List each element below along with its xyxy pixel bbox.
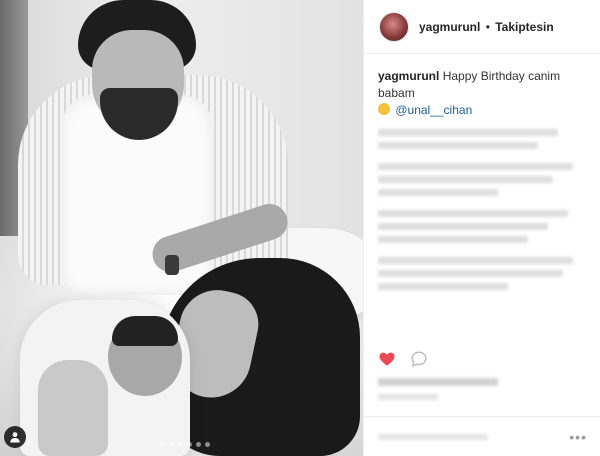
carousel-dot bbox=[178, 442, 183, 447]
blurred-comments bbox=[378, 129, 586, 290]
follow-status-button[interactable]: Takiptesin bbox=[495, 20, 553, 34]
blurred-comment-line bbox=[378, 270, 563, 277]
blurred-comment-line bbox=[378, 189, 498, 196]
blurred-comment-line bbox=[378, 257, 573, 264]
blurred-comment-line bbox=[378, 163, 573, 170]
person-tag-icon[interactable] bbox=[4, 426, 26, 448]
blurred-likes-count bbox=[378, 378, 498, 386]
heart-icon[interactable] bbox=[378, 350, 396, 368]
post-header: yagmurunl • Takiptesin bbox=[364, 0, 600, 54]
photo-hand bbox=[38, 360, 108, 456]
carousel-dot bbox=[169, 442, 174, 447]
blurred-comment-line bbox=[378, 223, 548, 230]
post-sidebar: yagmurunl • Takiptesin yagmurunl Happy B… bbox=[363, 0, 600, 456]
photo-baby-hair bbox=[112, 316, 178, 346]
post-actions bbox=[378, 350, 428, 368]
smiling-face-emoji-icon bbox=[378, 103, 390, 115]
carousel-dot bbox=[187, 442, 192, 447]
blurred-comment-line bbox=[378, 236, 528, 243]
blurred-comment-line bbox=[378, 176, 553, 183]
post-caption: yagmurunl Happy Birthday canim babam @un… bbox=[364, 54, 600, 119]
more-dots-icon[interactable]: ••• bbox=[569, 429, 587, 445]
header-text: yagmurunl • Takiptesin bbox=[419, 20, 554, 34]
blurred-timestamp bbox=[378, 394, 438, 400]
caption-username[interactable]: yagmurunl bbox=[378, 69, 439, 83]
carousel-dot bbox=[205, 442, 210, 447]
person-tag-glyph bbox=[10, 432, 20, 443]
comment-bubble-icon[interactable] bbox=[410, 350, 428, 368]
caption-mention-link[interactable]: @unal__cihan bbox=[395, 103, 472, 117]
add-comment-bar[interactable]: ••• bbox=[364, 416, 600, 456]
carousel-dots bbox=[160, 442, 210, 447]
blurred-comment-line bbox=[378, 129, 558, 136]
post-photo[interactable] bbox=[0, 0, 363, 456]
photo-watch bbox=[165, 255, 179, 275]
instagram-post: yagmurunl • Takiptesin yagmurunl Happy B… bbox=[0, 0, 600, 456]
header-separator: • bbox=[485, 19, 490, 34]
carousel-dot bbox=[160, 442, 165, 447]
blurred-comment-line bbox=[378, 283, 508, 290]
blurred-comment-placeholder bbox=[378, 433, 488, 440]
blurred-comment-line bbox=[378, 142, 538, 149]
blurred-comment-line bbox=[378, 210, 568, 217]
header-username[interactable]: yagmurunl bbox=[419, 20, 480, 34]
profile-avatar[interactable] bbox=[379, 11, 409, 42]
carousel-dot bbox=[196, 442, 201, 447]
